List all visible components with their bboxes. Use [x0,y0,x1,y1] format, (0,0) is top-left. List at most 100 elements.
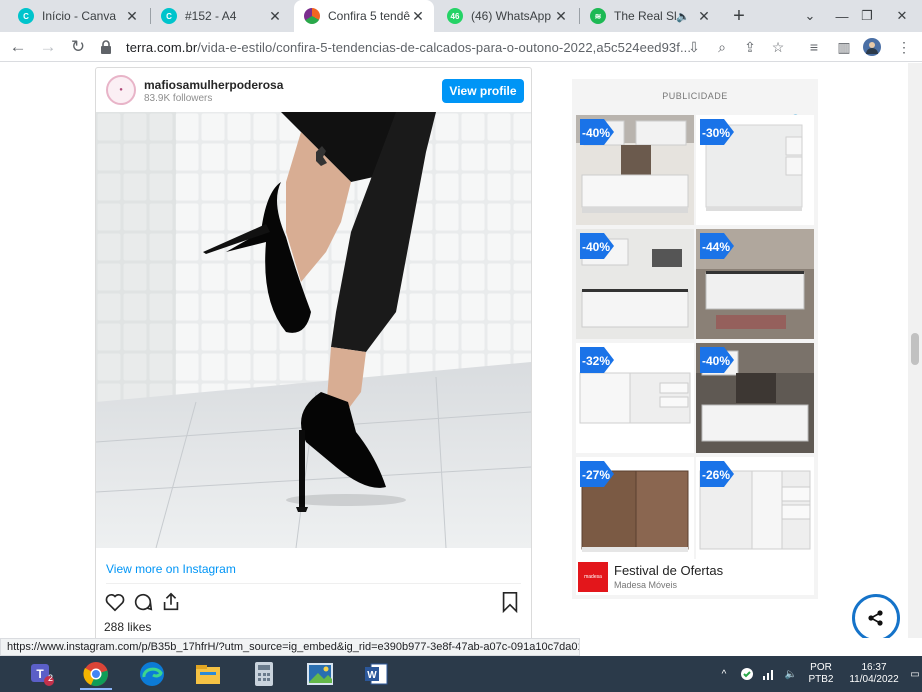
ad-title: Festival de Ofertas [614,563,724,578]
share-icon[interactable]: ⇪ [740,37,760,57]
follower-count: 83.9K followers [144,93,213,104]
clock-time: 16:37 [861,662,887,673]
discount-label: -32% [582,354,611,368]
share-post-icon[interactable] [160,591,182,618]
share-nodes-icon [868,610,883,626]
tab-title: The Real Slim [614,9,677,23]
tab-title: (46) WhatsApp [471,9,552,23]
terra-icon [304,8,320,24]
ad-product-tile[interactable]: -40% [576,115,694,225]
heart-icon[interactable] [104,591,126,618]
close-icon[interactable]: ✕ [410,8,426,25]
ad-product-tile[interactable]: -40% [696,343,814,453]
svg-text:W: W [367,670,377,681]
ad-product-tile[interactable]: -27% [576,457,694,567]
lock-icon [100,40,114,54]
windows-taskbar: T 2 W ^ 🔈 POR PTB2 16:37 11/04/2022 ▭ [0,656,922,692]
status-link-preview: https://www.instagram.com/p/B35b_17hfrH/… [0,638,580,656]
tab-canva-home[interactable]: C Início - Canva ✕ [8,0,148,32]
media-queue-icon[interactable]: ≡ [804,37,824,57]
edge-icon[interactable] [130,658,174,690]
notifications-icon[interactable]: ▭ [908,656,922,692]
window-close-icon[interactable]: ✕ [890,0,914,32]
new-tab-button[interactable]: + [727,4,751,28]
madesa-logo: madesa [578,562,608,592]
tab-canva-a4[interactable]: C #152 - A4 ✕ [151,0,291,32]
instagram-photo[interactable] [96,112,531,548]
spotify-icon: ≋ [590,8,606,24]
clock-date: 11/04/2022 [849,674,899,685]
ad-footer[interactable]: madesa Festival de Ofertas Madesa Móveis [576,559,814,595]
ad-product-tile[interactable]: -30% [696,115,814,225]
instagram-embed: ● mafiosamulherpoderosa 83.9K followers … [95,67,532,638]
canva-icon: C [161,8,177,24]
clock[interactable]: 16:37 11/04/2022 [846,656,902,692]
keyboard-layout: PTB2 [808,674,834,685]
close-icon[interactable]: ✕ [124,8,140,25]
instagram-actions [104,589,524,615]
floating-share-button[interactable] [852,594,900,638]
file-explorer-icon[interactable] [186,658,230,690]
restore-icon[interactable]: ❐ [855,0,879,32]
profile-avatar[interactable] [862,37,882,57]
page-scrollbar[interactable] [908,63,922,638]
volume-icon[interactable]: 🔈 [782,656,800,692]
chrome-icon[interactable] [74,658,118,690]
discount-label: -40% [582,126,611,140]
close-icon[interactable]: ✕ [267,8,283,25]
ad-advertiser: Madesa Móveis [614,580,678,590]
discount-label: -44% [702,240,731,254]
speaker-icon[interactable]: 🔈 [676,10,690,23]
install-icon[interactable]: ⇩ [684,37,704,57]
page-viewport: ● mafiosamulherpoderosa 83.9K followers … [0,63,908,638]
teams-badge: 2 [48,673,54,683]
browser-toolbar: ← → ↻ terra.com.br/vida-e-estilo/confira… [0,32,922,62]
view-more-link[interactable]: View more on Instagram [106,562,236,576]
back-button[interactable]: ← [6,35,30,59]
url-host: terra.com.br [126,39,198,55]
photos-icon[interactable] [298,658,342,690]
bookmark-icon[interactable] [500,591,520,618]
minimize-icon[interactable]: — [830,0,854,32]
discount-label: -40% [582,240,611,254]
whatsapp-icon: 46 [447,8,463,24]
instagram-username[interactable]: mafiosamulherpoderosa [144,78,283,92]
like-count: 288 likes [104,620,152,634]
tab-terra-article[interactable]: Confira 5 tendênc ✕ [294,0,434,32]
scrollbar-thumb[interactable] [911,333,919,365]
teams-icon[interactable]: T 2 [18,658,62,690]
security-icon[interactable] [738,656,756,692]
network-icon[interactable] [760,656,778,692]
input-language[interactable]: POR PTB2 [804,656,838,692]
zoom-icon[interactable]: ⌕ [712,37,732,57]
tab-spotify[interactable]: ≋ The Real Slim 🔈 ✕ [580,0,720,32]
ad-product-tile[interactable]: -26% [696,457,814,567]
word-icon[interactable]: W [354,658,398,690]
reload-button[interactable]: ↻ [66,35,90,59]
discount-label: -40% [702,354,731,368]
discount-label: -26% [702,468,731,482]
tab-whatsapp[interactable]: 46 (46) WhatsApp ✕ [437,0,577,32]
forward-button[interactable]: → [36,35,60,59]
avatar[interactable]: ● [106,75,136,105]
instagram-header: ● mafiosamulherpoderosa 83.9K followers … [96,68,531,112]
tab-strip: C Início - Canva ✕ C #152 - A4 ✕ Confira… [0,0,922,32]
discount-label: -27% [582,468,611,482]
close-icon[interactable]: ✕ [553,8,569,25]
ad-product-tile[interactable]: -40% [576,229,694,339]
close-icon[interactable]: ✕ [696,8,712,25]
comment-icon[interactable] [132,591,154,618]
chevron-down-icon[interactable]: ⌄ [798,0,822,32]
divider [106,583,521,584]
view-profile-button[interactable]: View profile [442,79,524,103]
chevron-up-icon[interactable]: ^ [716,656,732,692]
canva-icon: C [18,8,34,24]
side-panel-icon[interactable]: ▥ [834,37,854,57]
bookmark-star-icon[interactable]: ☆ [768,37,788,57]
ad-product-tile[interactable]: -44% [696,229,814,339]
menu-icon[interactable]: ⋮ [894,37,914,57]
ad-product-tile[interactable]: -32% [576,343,694,453]
ad-label: PUBLICIDADE [662,91,728,101]
advertisement: PUBLICIDADE ⓘ ✕ -40% -30% -40% -44% -32% [572,79,818,599]
calculator-icon[interactable] [242,658,286,690]
